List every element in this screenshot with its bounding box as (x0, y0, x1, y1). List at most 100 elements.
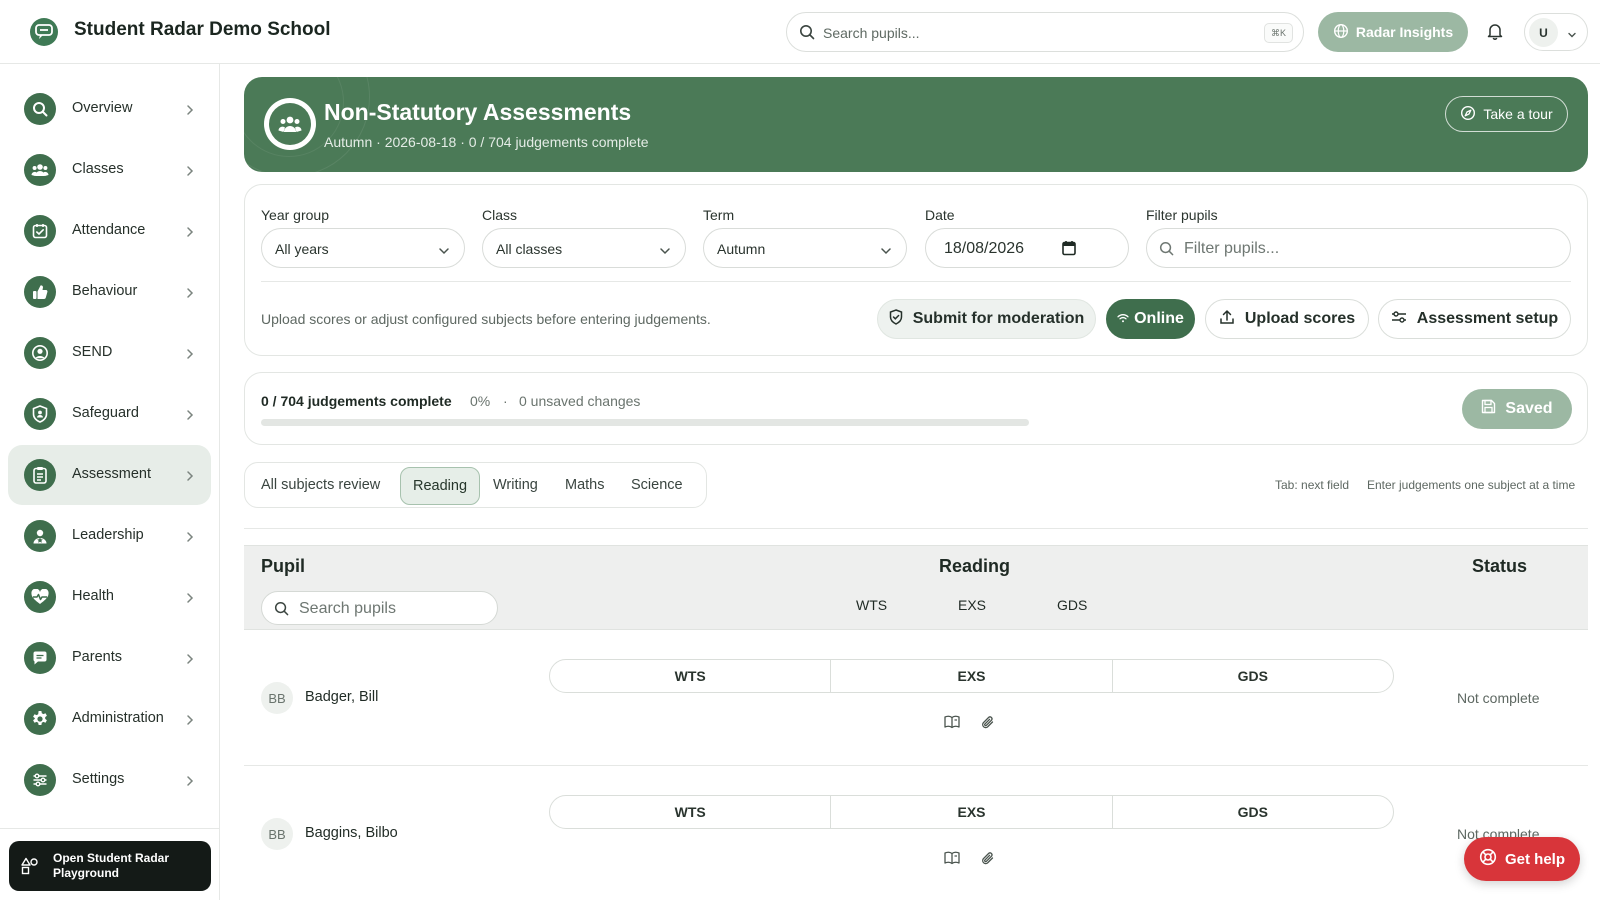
sidebar-item-safeguard[interactable]: Safeguard (8, 384, 211, 444)
sidebar-item-administration[interactable]: Administration (8, 689, 211, 749)
pupil-name[interactable]: Baggins, Bilbo (305, 825, 398, 841)
sidebar-item-leadership[interactable]: Leadership (8, 506, 211, 566)
tab-all-subjects-review[interactable]: All subjects review (249, 467, 392, 505)
chevron-right-icon (186, 286, 194, 302)
sidebar-item-send[interactable]: SEND (8, 323, 211, 383)
chevron-right-icon (186, 774, 194, 790)
sidebar-item-settings[interactable]: Settings (8, 750, 211, 810)
chevron-right-icon (186, 530, 194, 546)
save-icon (1481, 399, 1496, 419)
user-menu[interactable]: U (1524, 13, 1588, 51)
saved-label: Saved (1505, 400, 1553, 417)
radar-insights-label: Radar Insights (1355, 24, 1454, 40)
judgement-option-gds[interactable]: GDS (1113, 796, 1393, 828)
paperclip-icon[interactable] (981, 715, 995, 734)
global-search-input[interactable]: Search pupils... ⌘K (786, 12, 1304, 52)
section-divider (244, 528, 1588, 529)
chevron-down-icon (438, 243, 450, 259)
sidebar-item-label: Classes (72, 161, 124, 177)
saved-button[interactable]: Saved (1462, 389, 1572, 429)
compass-icon (1460, 105, 1476, 124)
book-note-icon[interactable] (944, 715, 960, 732)
upload-scores-label: Upload scores (1244, 310, 1356, 327)
class-value: All classes (496, 241, 563, 257)
keyboard-hint-tab: Tab: next field (1275, 478, 1350, 492)
sliders-icon (24, 764, 56, 796)
school-name: Student Radar Demo School (74, 19, 331, 40)
sidebar-item-label: Health (72, 588, 114, 604)
book-note-icon[interactable] (944, 851, 960, 868)
filters-hint: Upload scores or adjust configured subje… (261, 311, 711, 327)
sidebar-item-parents[interactable]: Parents (8, 628, 211, 688)
column-header-subject: Reading (939, 556, 1011, 576)
class-select[interactable]: All classes (482, 228, 686, 268)
filters-divider (261, 281, 1571, 282)
date-input[interactable]: 18/08/2026 (925, 228, 1129, 268)
judgement-option-gds[interactable]: GDS (1113, 660, 1393, 692)
judgement-option-wts[interactable]: WTS (550, 796, 832, 828)
subject-tabs: All subjects review Reading Writing Math… (244, 462, 707, 508)
judgement-option-wts[interactable]: WTS (550, 660, 832, 692)
shield-check-icon (889, 308, 903, 330)
pupil-name[interactable]: Badger, Bill (305, 689, 378, 705)
keyboard-hint-enter: Enter judgements one subject at a time (1367, 478, 1576, 492)
user-circle-icon (24, 337, 56, 369)
get-help-button[interactable]: Get help (1464, 837, 1580, 881)
tab-science[interactable]: Science (619, 467, 695, 505)
shapes-icon (21, 857, 39, 878)
take-a-tour-button[interactable]: Take a tour (1445, 96, 1568, 132)
upload-scores-button[interactable]: Upload scores (1205, 299, 1369, 339)
paperclip-icon[interactable] (981, 851, 995, 870)
thumbs-up-icon (24, 276, 56, 308)
shield-icon (24, 398, 56, 430)
term-label: Term (703, 207, 735, 223)
search-placeholder: Search pupils... (823, 25, 920, 41)
submit-for-moderation-button[interactable]: Submit for moderation (877, 299, 1096, 339)
row-status: Not complete (1457, 690, 1540, 706)
submit-for-moderation-label: Submit for moderation (912, 310, 1085, 327)
assessment-setup-button[interactable]: Assessment setup (1378, 299, 1571, 339)
table-row: BB Baggins, Bilbo WTS EXS GDS Not comple… (244, 767, 1588, 900)
sidebar-item-classes[interactable]: Classes (8, 140, 211, 200)
online-status-button[interactable]: Online (1106, 299, 1195, 339)
wifi-icon (1117, 310, 1129, 328)
chevron-right-icon (186, 713, 194, 729)
level-header-wts: WTS (856, 597, 888, 613)
filter-pupils-input[interactable]: Filter pupils... (1146, 228, 1571, 268)
bell-icon[interactable] (1487, 22, 1503, 43)
tab-reading[interactable]: Reading (400, 467, 481, 505)
calendar-icon[interactable] (1062, 240, 1076, 259)
tab-writing[interactable]: Writing (481, 467, 550, 505)
radar-insights-button[interactable]: Radar Insights (1318, 12, 1468, 52)
table-row: BB Badger, Bill WTS EXS GDS Not complete (244, 631, 1588, 766)
judgement-option-exs[interactable]: EXS (831, 660, 1113, 692)
judgement-option-exs[interactable]: EXS (831, 796, 1113, 828)
brand-logo-icon[interactable] (30, 18, 58, 46)
sidebar-item-label: Parents (72, 649, 122, 665)
term-select[interactable]: Autumn (703, 228, 907, 268)
chevron-right-icon (186, 103, 194, 119)
term-value: Autumn (717, 241, 766, 257)
sidebar-item-health[interactable]: Health (8, 567, 211, 627)
chevron-right-icon (186, 164, 194, 180)
year-group-select[interactable]: All years (261, 228, 465, 268)
progress-percent: 0% (470, 393, 491, 409)
table-header: Pupil Reading Status Search pupils WTS E… (244, 545, 1588, 630)
search-icon (799, 24, 815, 43)
unsaved-changes-count: 0 unsaved changes (519, 393, 641, 409)
sidebar-item-assessment[interactable]: Assessment (8, 445, 211, 505)
judgement-selector: WTS EXS GDS (549, 659, 1394, 693)
sidebar-item-behaviour[interactable]: Behaviour (8, 262, 211, 322)
sidebar-item-label: Safeguard (72, 405, 139, 421)
open-playground-button[interactable]: Open Student Radar Playground (9, 841, 211, 891)
sidebar-item-overview[interactable]: Overview (8, 79, 211, 139)
tab-maths[interactable]: Maths (553, 467, 617, 505)
sidebar-item-attendance[interactable]: Attendance (8, 201, 211, 261)
chevron-right-icon (186, 469, 194, 485)
filters-card: Year group All years Class All classes T… (244, 184, 1588, 356)
upload-icon (1219, 309, 1235, 330)
judgement-selector: WTS EXS GDS (549, 795, 1394, 829)
search-icon (24, 93, 56, 125)
search-icon (274, 601, 289, 619)
pupil-search-input[interactable]: Search pupils (261, 591, 498, 625)
